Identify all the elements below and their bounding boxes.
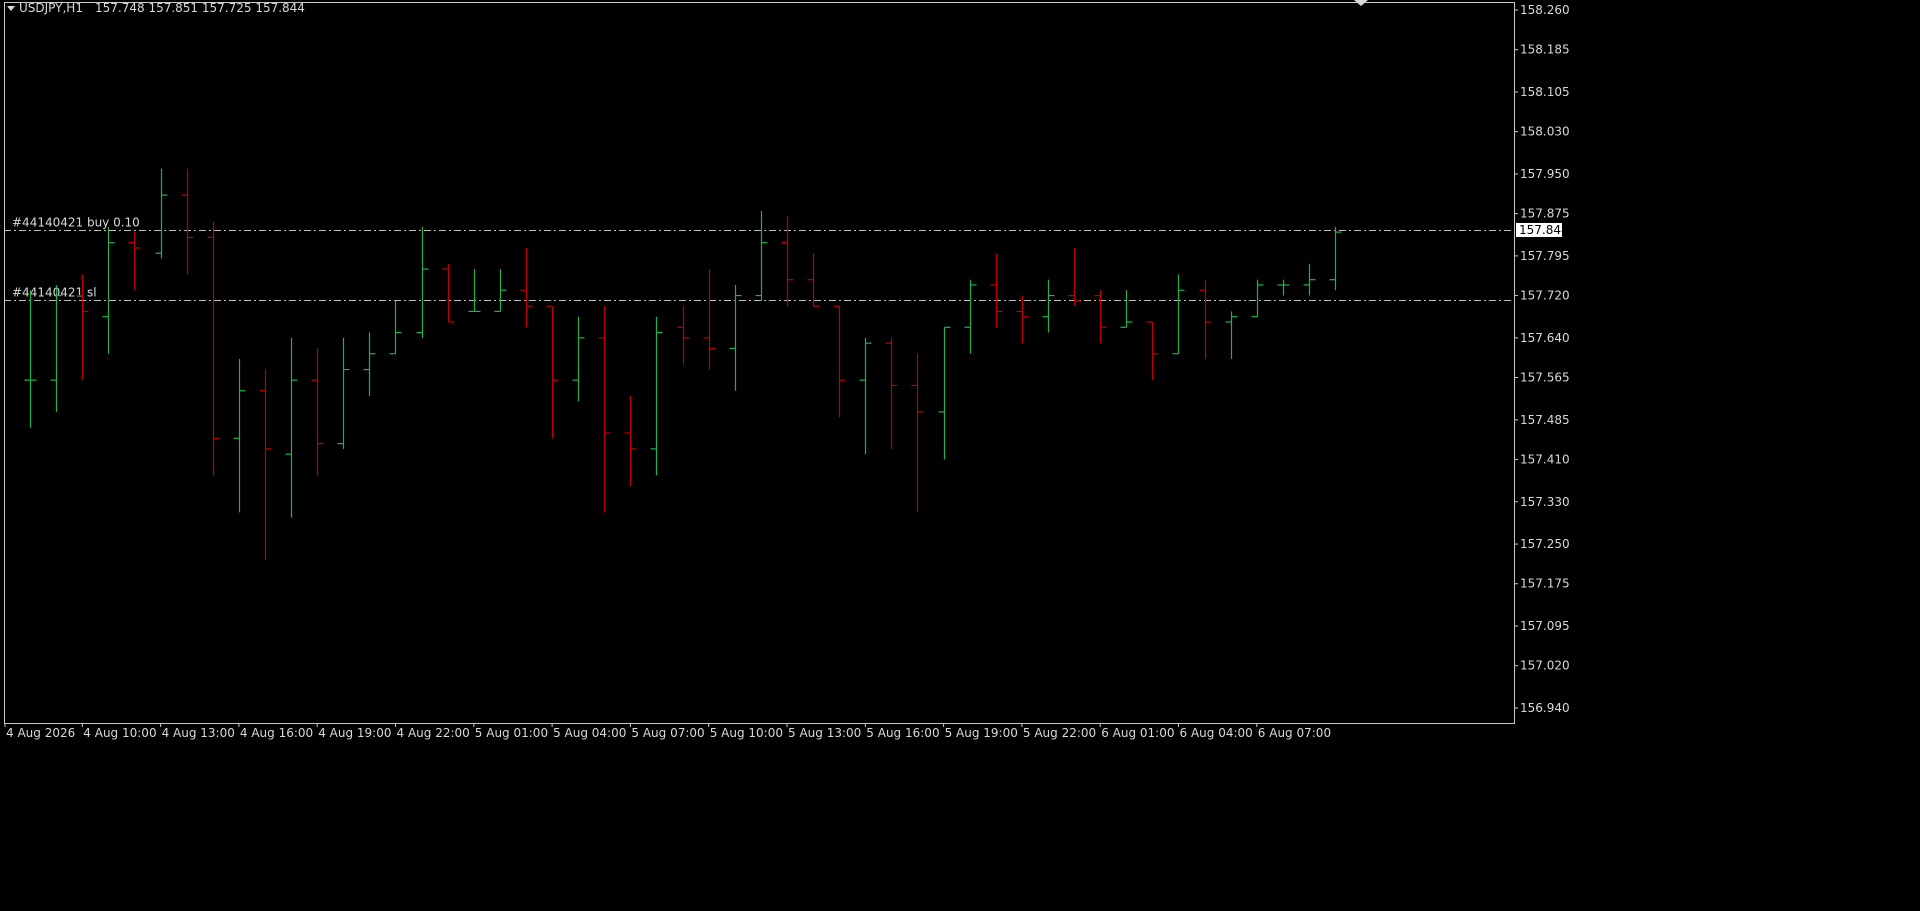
triangle-down-icon[interactable]	[7, 6, 15, 11]
ohlc-bar	[442, 263, 455, 323]
price-axis-label: 157.410	[1520, 452, 1570, 466]
ohlc-bar	[1120, 290, 1133, 328]
price-axis-label: 157.095	[1520, 619, 1570, 633]
ohlc-bar	[964, 279, 977, 354]
time-axis-label: 5 Aug 13:00	[788, 726, 861, 740]
price-axis-label: 158.185	[1520, 43, 1570, 57]
ohlc-bar	[1199, 279, 1212, 359]
time-axis-label: 5 Aug 04:00	[553, 726, 626, 740]
time-axis-label: 4 Aug 2026	[6, 726, 75, 740]
ohlc-bar	[50, 284, 63, 412]
ohlc-bar	[677, 306, 690, 365]
ohlc-bar	[546, 305, 559, 439]
time-axis-label: 5 Aug 16:00	[866, 726, 939, 740]
price-axis-label: 157.795	[1520, 249, 1570, 263]
ohlc-bar	[1094, 290, 1107, 344]
trade-line-label: #44140421 sl	[12, 286, 97, 300]
ohlc-bar	[494, 269, 507, 313]
ohlc-bar	[1329, 226, 1342, 291]
ohlc-bar	[911, 353, 924, 513]
trade-lines[interactable]: #44140421 buy 0.10 #44140421 sl	[4, 216, 1514, 301]
ohlc-bar	[1172, 274, 1185, 355]
time-axis-label: 4 Aug 10:00	[83, 726, 156, 740]
ohlc-bar	[128, 232, 141, 291]
ohlc-bar	[1303, 263, 1316, 296]
price-axis-label: 156.940	[1520, 701, 1570, 715]
ohlc-bar	[259, 369, 272, 560]
ohlc-bar	[1146, 321, 1159, 381]
ohlc-values-label: 157.748 157.851 157.725 157.844	[95, 1, 305, 15]
price-axis-label: 158.105	[1520, 85, 1570, 99]
ohlc-bar	[102, 226, 115, 354]
time-axis-label: 4 Aug 16:00	[240, 726, 313, 740]
time-axis-label: 5 Aug 07:00	[631, 726, 704, 740]
price-axis-label: 157.640	[1520, 331, 1570, 345]
ohlc-bar	[207, 221, 220, 476]
ohlc-bar	[885, 337, 898, 449]
time-axis-label: 5 Aug 22:00	[1023, 726, 1096, 740]
ohlc-bar	[285, 337, 298, 518]
ohlc-bar	[337, 337, 350, 449]
current-price-value: 157.844	[1519, 223, 1569, 237]
ohlc-bar	[859, 337, 872, 455]
price-axis-label: 158.030	[1520, 125, 1570, 139]
price-axis-label: 157.250	[1520, 537, 1570, 551]
ohlc-bar	[650, 316, 663, 476]
time-axis-label: 4 Aug 22:00	[397, 726, 470, 740]
price-axis-label: 157.175	[1520, 577, 1570, 591]
time-axis-label: 5 Aug 10:00	[710, 726, 783, 740]
ohlc-bar	[990, 253, 1003, 328]
ohlc-bar	[755, 210, 768, 301]
price-axis-label: 157.720	[1520, 289, 1570, 303]
ohlc-bar	[181, 168, 194, 275]
symbol-timeframe-label: USDJPY,H1	[19, 1, 83, 15]
ohlc-bar	[1251, 279, 1264, 318]
ohlc-bar	[624, 396, 637, 486]
time-axis[interactable]: 4 Aug 2026 4 Aug 10:00 4 Aug 13:00 4 Aug 16…	[4, 723, 1331, 740]
ohlc-bar	[938, 326, 951, 460]
price-axis-label: 157.565	[1520, 371, 1570, 385]
ohlc-bars	[24, 168, 1342, 560]
ohlc-bar	[598, 306, 611, 513]
ohlc-bar	[520, 247, 533, 328]
price-axis-label: 157.950	[1520, 167, 1570, 181]
price-axis[interactable]: 158.260 158.185 158.105 158.030 157.950 157.8…	[1514, 3, 1570, 715]
ohlc-bar	[703, 269, 716, 370]
price-axis-label: 158.260	[1520, 3, 1570, 17]
price-chart[interactable]: USDJPY,H1 157.748 157.851 157.725 157.84…	[0, 0, 1920, 911]
ohlc-bar	[416, 226, 429, 338]
price-axis-label: 157.485	[1520, 413, 1570, 427]
price-axis-label: 157.020	[1520, 659, 1570, 673]
trade-line-label: #44140421 buy 0.10	[12, 216, 140, 230]
time-axis-label: 5 Aug 01:00	[475, 726, 548, 740]
price-axis-label: 157.330	[1520, 495, 1570, 509]
time-axis-label: 4 Aug 13:00	[162, 726, 235, 740]
current-price-label: 157.844	[1516, 222, 1569, 237]
ohlc-bar	[233, 359, 246, 513]
time-axis-label: 4 Aug 19:00	[318, 726, 391, 740]
ohlc-bar	[572, 316, 585, 402]
ohlc-bar	[311, 348, 324, 476]
ohlc-bar	[1068, 247, 1081, 307]
ohlc-bar	[468, 269, 481, 313]
ohlc-bar	[833, 305, 846, 418]
ohlc-bar	[1225, 311, 1238, 359]
time-axis-label: 6 Aug 07:00	[1258, 726, 1331, 740]
ohlc-bar	[807, 253, 820, 307]
ohlc-bar	[1016, 295, 1029, 344]
ohlc-bar	[363, 332, 376, 397]
ohlc-bar	[389, 300, 402, 355]
time-axis-label: 6 Aug 01:00	[1101, 726, 1174, 740]
ohlc-bar	[1042, 279, 1055, 333]
time-axis-label: 6 Aug 04:00	[1180, 726, 1253, 740]
ohlc-bar	[781, 216, 794, 307]
ohlc-bar	[155, 168, 168, 259]
chart-frame	[4, 2, 1515, 724]
time-axis-label: 5 Aug 19:00	[945, 726, 1018, 740]
ohlc-bar	[24, 290, 37, 428]
price-axis-label: 157.875	[1520, 207, 1570, 221]
ohlc-bar	[1277, 279, 1290, 296]
